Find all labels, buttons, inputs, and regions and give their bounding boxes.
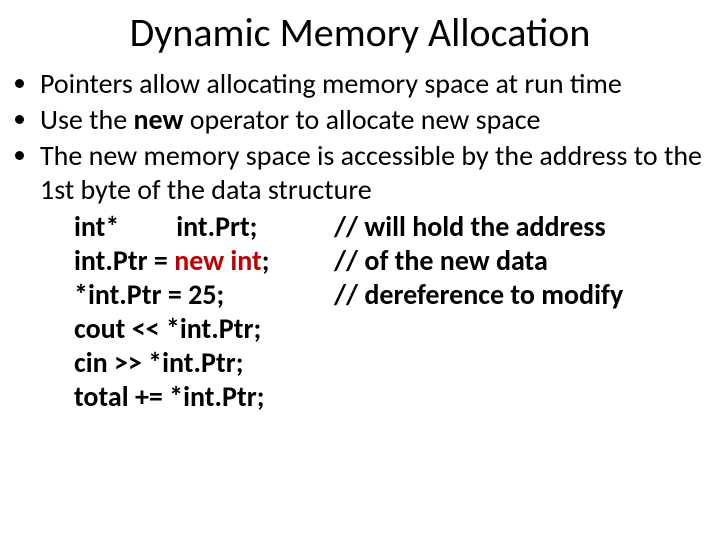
text: operator to allocate new space: [183, 102, 540, 137]
bullet-item: Use the new operator to allocate new spa…: [40, 103, 708, 137]
page-title: Dynamic Memory Allocation: [12, 8, 708, 57]
bullet-item: The new memory space is accessible by th…: [40, 139, 708, 207]
slide: Dynamic Memory Allocation Pointers allow…: [0, 0, 720, 540]
keyword-new: new: [134, 102, 184, 137]
text: int.Ptr =: [74, 243, 174, 278]
code-line: *int.Ptr = 25; // dereference to modify: [74, 278, 708, 312]
bullet-list: Pointers allow allocating memory space a…: [12, 67, 708, 208]
keyword-new-int: new int: [174, 243, 262, 278]
code-comment: // will hold the address: [334, 210, 606, 244]
code-line: int* int.Prt; // will hold the address: [74, 210, 708, 244]
bullet-item: Pointers allow allocating memory space a…: [40, 67, 708, 101]
code-block: int* int.Prt; // will hold the address i…: [12, 210, 708, 415]
text: ;: [262, 243, 270, 278]
code-line: cin >> *int.Ptr;: [74, 346, 708, 380]
code-stmt: int.Ptr = new int;: [74, 244, 334, 278]
code-stmt: cout << *int.Ptr;: [74, 312, 334, 346]
code-comment: // of the new data: [334, 244, 548, 278]
code-stmt: cin >> *int.Ptr;: [74, 346, 334, 380]
code-line: total += *int.Ptr;: [74, 380, 708, 414]
text: Use the: [40, 102, 134, 137]
code-stmt: total += *int.Ptr;: [74, 380, 334, 414]
code-stmt: *int.Ptr = 25;: [74, 278, 334, 312]
code-stmt: int* int.Prt;: [74, 210, 334, 244]
code-comment: // dereference to modify: [334, 278, 623, 312]
code-line: int.Ptr = new int; // of the new data: [74, 244, 708, 278]
code-line: cout << *int.Ptr;: [74, 312, 708, 346]
